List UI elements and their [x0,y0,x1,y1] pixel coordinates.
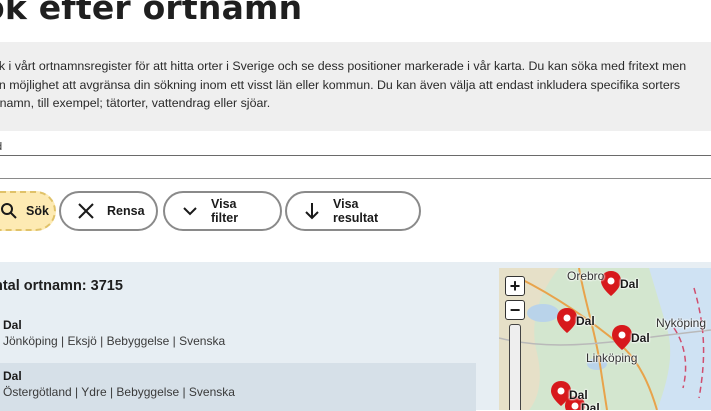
search-button[interactable]: Sök [0,191,56,231]
list-item[interactable]: Dal Jönköping | Eksjö | Bebyggelse | Sve… [0,312,476,360]
map-label: Orebro [567,269,605,283]
arrow-down-icon [301,200,323,222]
clear-button-label: Rensa [107,204,145,218]
map-view[interactable]: + − Orebro Dal Nyköping Dal Dal Linköpin… [499,268,711,410]
show-results-button[interactable]: Visa resultat [285,191,421,231]
close-icon [75,200,97,222]
search-icon [0,202,18,220]
map-label: Linköping [586,351,638,365]
intro-line-3: rtnamn, till exempel; tätorter, vattendr… [0,96,271,110]
search-button-label: Sök [26,204,49,218]
list-item[interactable]: Dal Östergötland | Ydre | Bebyggelse | S… [0,363,476,411]
show-filter-button[interactable]: Visa filter [163,191,282,231]
list-item-meta: Östergötland | Ydre | Bebyggelse | Svens… [3,385,235,399]
intro-line-2: en möjlighet att avgränsa din sökning in… [0,77,681,92]
intro-panel: ök i vårt ortnamnsregister för att hitta… [0,42,711,131]
map-marker-icon [557,308,577,333]
map-label: Dal [620,277,639,291]
map-label: Nyköping [656,316,707,330]
divider [0,178,711,179]
map-label: Dal [576,314,595,328]
list-item-name: Dal [3,318,22,332]
search-area [0,139,711,179]
result-count: ntal ortnamn: 3715 [0,278,123,294]
map-label: Dal [581,401,600,410]
list-item-meta: Jönköping | Eksjö | Bebyggelse | Svenska [3,334,226,348]
chevron-down-icon [179,200,201,222]
page-title: ök efter ortnamn [0,0,303,27]
show-filter-label: Visa filter [211,197,239,225]
search-input[interactable] [0,139,711,156]
intro-line-1: ök i vårt ortnamnsregister för att hitta… [0,59,687,73]
map-label: Dal [569,388,588,402]
clear-button[interactable]: Rensa [59,191,158,231]
list-item-name: Dal [3,369,22,383]
map-markers [551,271,632,410]
map-marker-icon [612,325,632,350]
show-results-label: Visa resultat [333,197,379,225]
map-label: Dal [631,331,650,345]
